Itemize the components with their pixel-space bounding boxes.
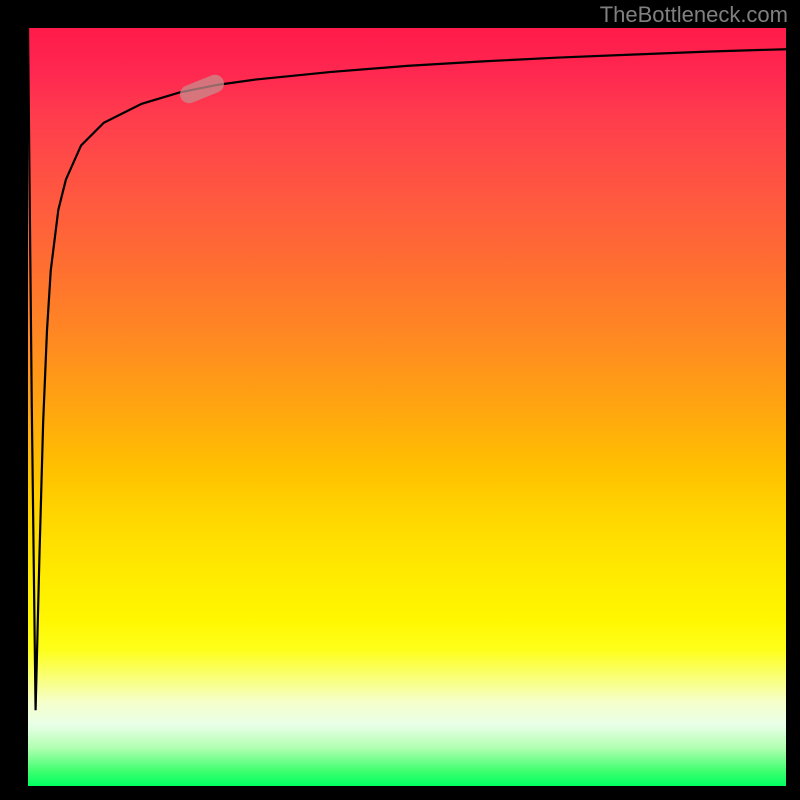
bottleneck-curve-line — [28, 28, 786, 710]
chart-plot-area — [28, 28, 786, 786]
chart-curve-svg — [28, 28, 786, 786]
watermark-text: TheBottleneck.com — [600, 2, 788, 28]
